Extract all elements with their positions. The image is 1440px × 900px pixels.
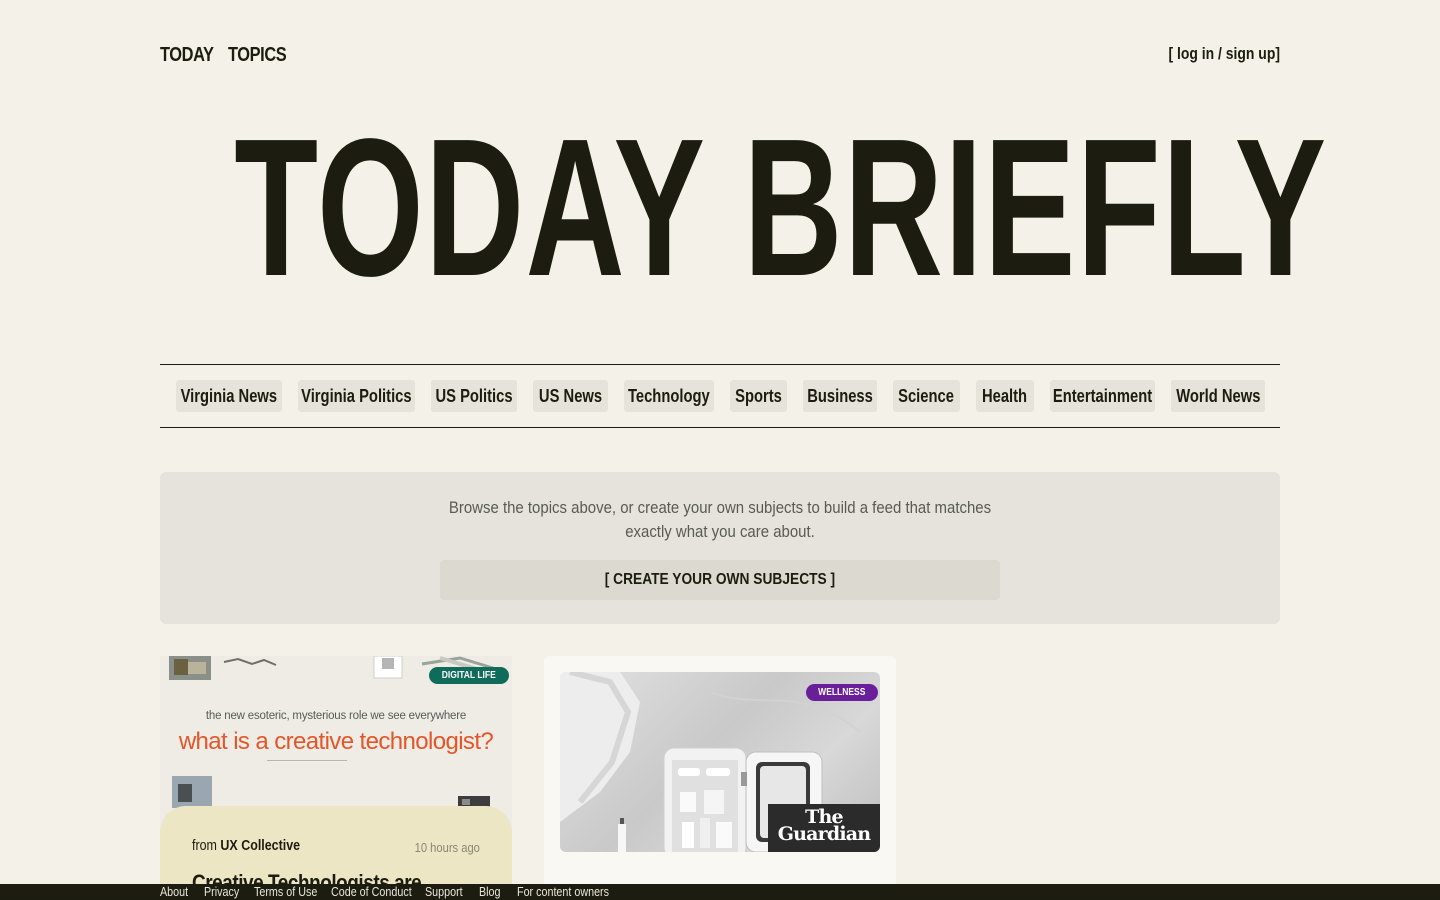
topic-chip-entertainment[interactable]: Entertainment bbox=[1050, 380, 1155, 412]
footer-link-about[interactable]: About bbox=[160, 884, 198, 900]
category-badge[interactable]: DIGITAL LIFE bbox=[429, 667, 509, 684]
category-badge-label: DIGITAL LIFE bbox=[441, 670, 496, 681]
guardian-logo: The Guardian bbox=[768, 804, 880, 852]
article-thumbnail: the new esoteric, mysterious role we see… bbox=[160, 656, 512, 826]
topic-chip-label: Sports bbox=[735, 385, 782, 406]
topic-chip-health[interactable]: Health bbox=[976, 380, 1034, 412]
source-prefix: from bbox=[192, 838, 217, 854]
topic-bar: Virginia News Virginia Politics US Polit… bbox=[160, 364, 1280, 428]
create-subjects-promo: Browse the topics above, or create your … bbox=[160, 472, 1280, 624]
topic-chip-sports[interactable]: Sports bbox=[730, 380, 787, 412]
topic-chip-label: Virginia News bbox=[180, 385, 278, 406]
topic-chip-label: Science bbox=[898, 385, 955, 406]
topic-chip-virginia-news[interactable]: Virginia News bbox=[176, 380, 282, 412]
source-name[interactable]: UX Collective bbox=[220, 838, 300, 854]
category-badge-label: WELLNESS bbox=[818, 687, 866, 698]
category-badge[interactable]: WELLNESS bbox=[806, 684, 878, 701]
footer-link-terms[interactable]: Terms of Use bbox=[254, 884, 320, 900]
topic-chip-us-politics[interactable]: US Politics bbox=[431, 380, 517, 412]
topic-chip-label: Virginia Politics bbox=[301, 385, 412, 406]
topic-chip-label: Business bbox=[807, 385, 873, 406]
article-card[interactable]: the new esoteric, mysterious role we see… bbox=[160, 656, 512, 900]
topic-chip-virginia-politics[interactable]: Virginia Politics bbox=[298, 380, 415, 412]
thumbnail-subtitle: the new esoteric, mysterious role we see… bbox=[205, 710, 467, 722]
footer-link-blog[interactable]: Blog bbox=[479, 884, 512, 900]
topic-chip-business[interactable]: Business bbox=[803, 380, 877, 412]
footer-link-code-of-conduct[interactable]: Code of Conduct bbox=[331, 884, 412, 900]
topic-chip-label: Health bbox=[982, 385, 1028, 406]
login-signup-link[interactable]: [ log in / sign up] bbox=[1168, 44, 1280, 64]
topic-chip-label: Entertainment bbox=[1052, 385, 1153, 406]
guardian-logo-line2: Guardian bbox=[777, 823, 871, 845]
thumbnail-title: what is a creative technologist? bbox=[178, 728, 494, 755]
create-subjects-button-label: [ CREATE YOUR OWN SUBJECTS ] bbox=[604, 571, 836, 588]
topic-chip-label: Technology bbox=[628, 385, 710, 406]
nav-topics-link[interactable]: TOPICS bbox=[228, 44, 287, 67]
top-nav: TODAY TOPICS bbox=[160, 44, 287, 67]
footer-link-content-owners[interactable]: For content owners bbox=[517, 884, 612, 900]
article-card[interactable]: WELLNESS The Guardian bbox=[544, 656, 896, 900]
article-image: WELLNESS The Guardian bbox=[560, 672, 880, 852]
topic-chip-world-news[interactable]: World News bbox=[1171, 380, 1265, 412]
footer-link-privacy[interactable]: Privacy bbox=[204, 884, 247, 900]
topic-chip-label: US News bbox=[538, 385, 603, 406]
masthead: TODAY BRIEFLY bbox=[0, 110, 1440, 306]
create-subjects-button[interactable]: [ CREATE YOUR OWN SUBJECTS ] bbox=[440, 560, 1000, 600]
article-time: 10 hours ago bbox=[414, 840, 480, 855]
topic-chip-us-news[interactable]: US News bbox=[533, 380, 608, 412]
footer-link-support[interactable]: Support bbox=[425, 884, 471, 900]
topic-chip-label: World News bbox=[1175, 385, 1261, 406]
promo-text: Browse the topics above, or create your … bbox=[448, 498, 992, 541]
site-title[interactable]: TODAY BRIEFLY bbox=[234, 110, 1327, 306]
article-source: from UX Collective bbox=[192, 838, 300, 854]
topic-chip-technology[interactable]: Technology bbox=[624, 380, 714, 412]
topic-chip-label: US Politics bbox=[435, 385, 513, 406]
nav-today-link[interactable]: TODAY bbox=[160, 44, 214, 67]
footer-bar: About Privacy Terms of Use Code of Condu… bbox=[0, 884, 1440, 900]
topic-chip-science[interactable]: Science bbox=[893, 380, 960, 412]
